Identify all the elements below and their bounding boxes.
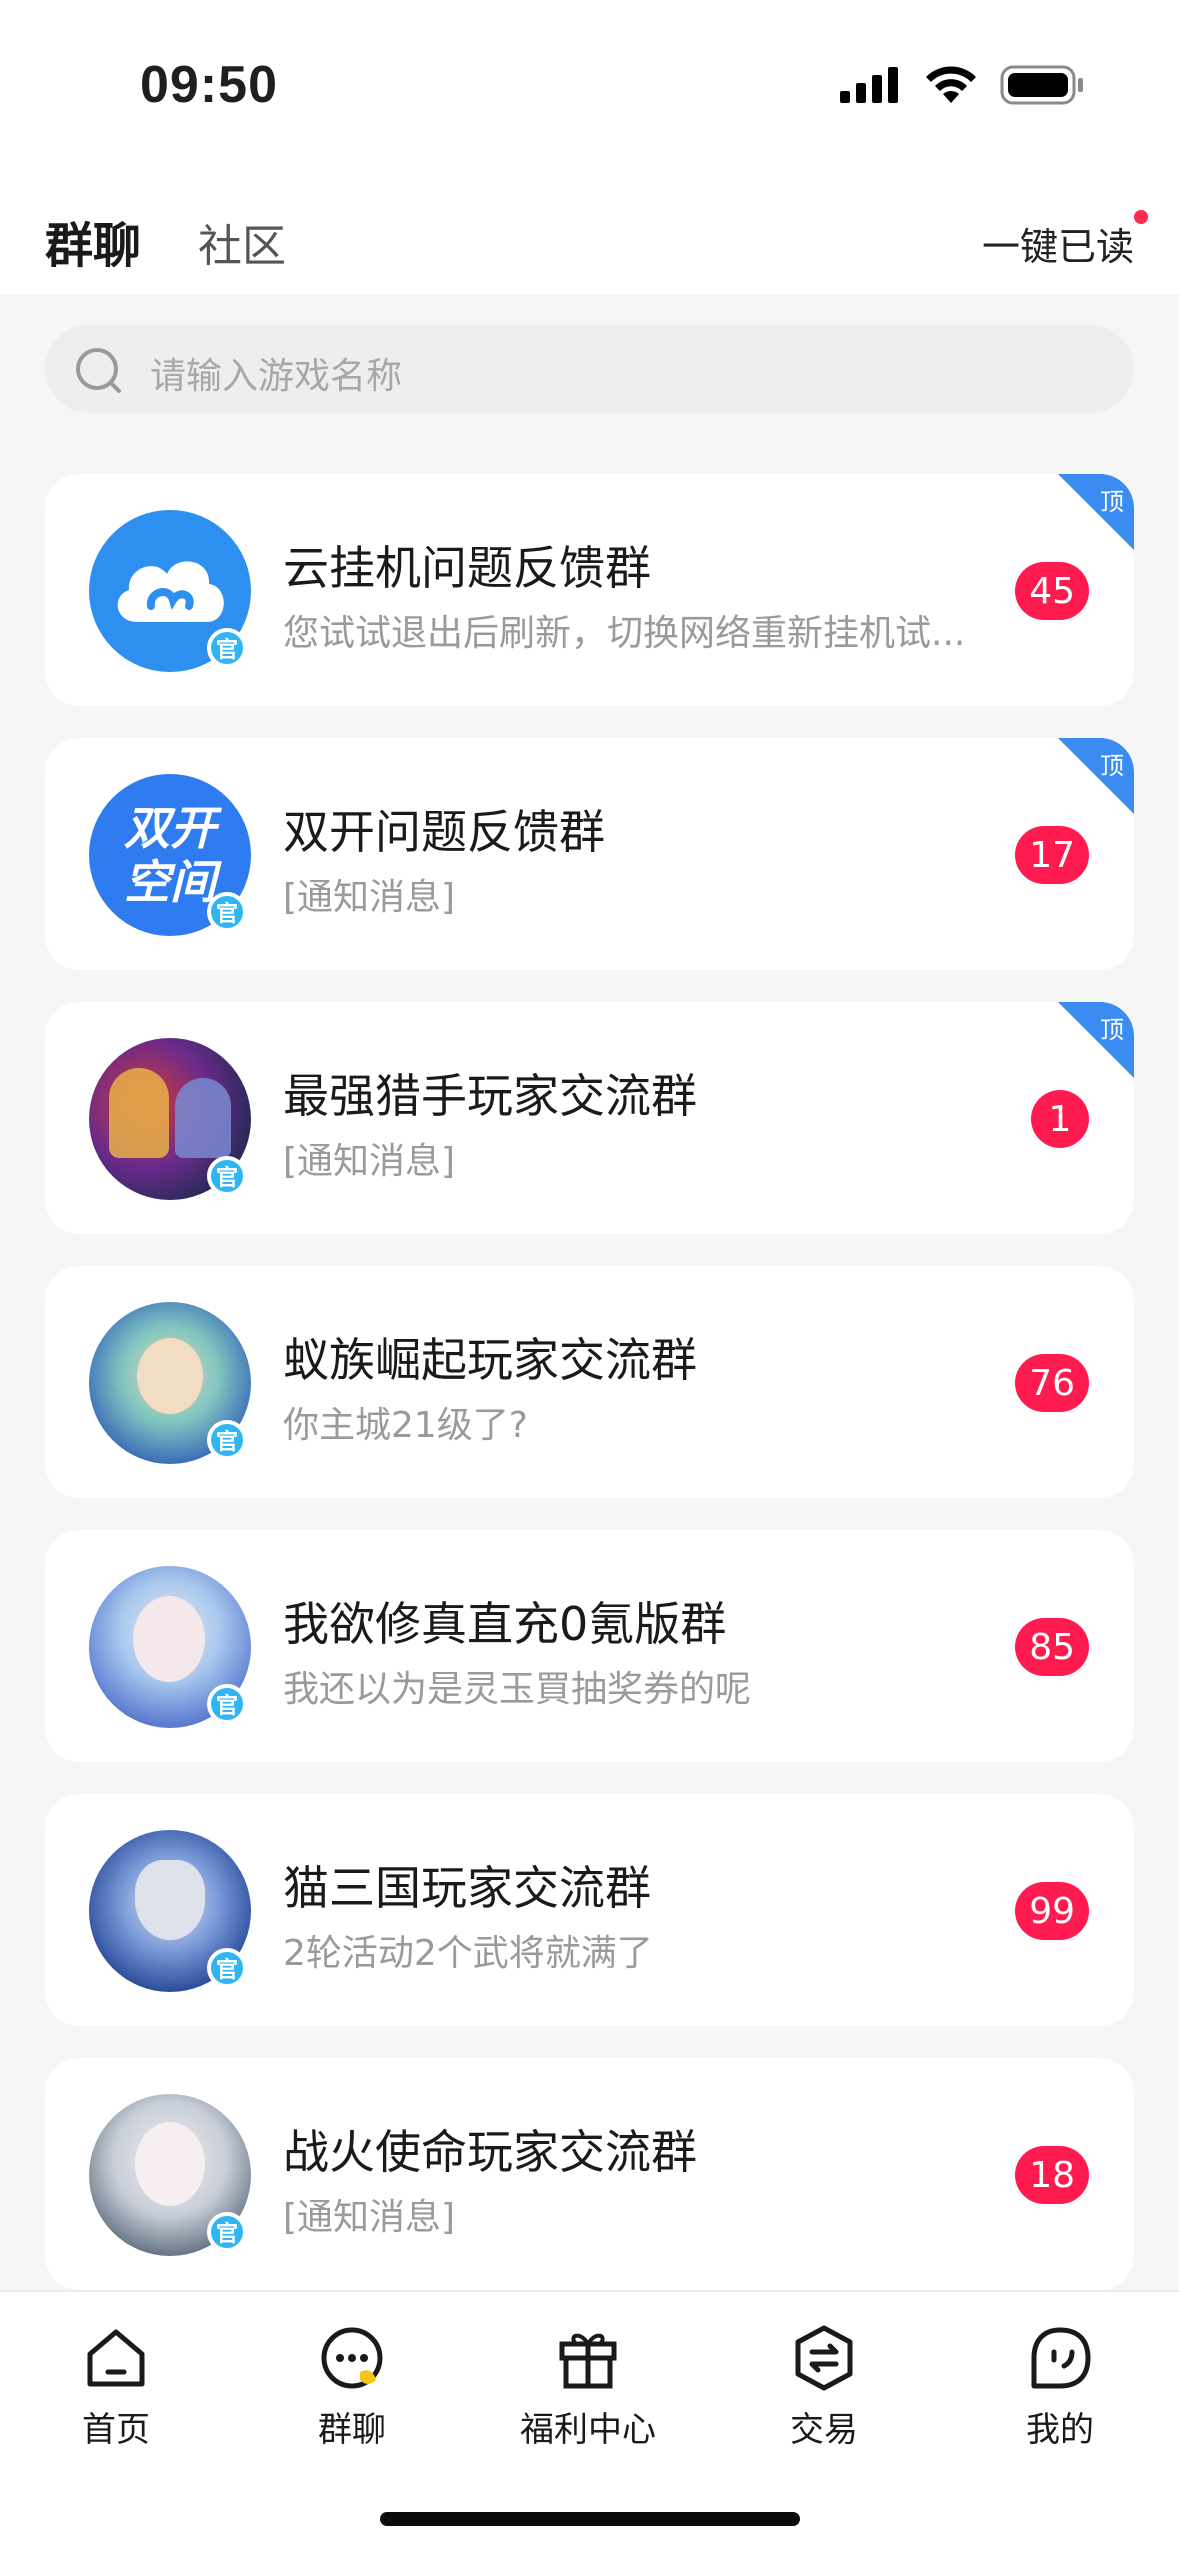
group-last-message: [通知消息] — [283, 877, 456, 918]
group-card[interactable]: 官 我欲修真直充0氪版群 我还以为是灵玉買抽奖券的呢 85 — [45, 1530, 1134, 1762]
game-art-icon — [175, 1078, 231, 1158]
group-card[interactable]: 官 猫三国玩家交流群 2轮活动2个武将就满了 99 — [45, 1794, 1134, 2026]
tab-group-chat[interactable]: 群聊 — [45, 206, 141, 276]
status-time: 09:50 — [140, 56, 278, 114]
group-last-message: 我还以为是灵玉買抽奖券的呢 — [283, 1669, 752, 1710]
home-icon — [87, 2329, 145, 2387]
group-title: 我欲修真直充0氪版群 — [283, 1597, 727, 1651]
mark-all-read-button[interactable]: 一键已读 — [981, 210, 1148, 271]
unread-count-badge: 76 — [1015, 1354, 1089, 1412]
official-badge: 官 — [207, 1948, 247, 1988]
pinned-label: 顶 — [1100, 1016, 1124, 1044]
search-icon — [76, 348, 121, 393]
home-indicator[interactable] — [380, 2512, 800, 2526]
official-badge: 官 — [207, 1684, 247, 1724]
group-last-message: 您试试退出后刷新，切换网络重新挂机试... — [283, 613, 966, 654]
group-card[interactable]: 双开空间 官 双开问题反馈群 [通知消息] 17 顶 — [45, 738, 1134, 970]
game-art-icon — [135, 2122, 205, 2206]
official-badge: 官 — [207, 1420, 247, 1460]
nav-home[interactable]: 首页 — [26, 2322, 206, 2451]
nav-profile-label: 我的 — [1026, 2410, 1094, 2450]
official-badge: 官 — [207, 1156, 247, 1196]
group-title: 云挂机问题反馈群 — [283, 541, 651, 595]
status-icons — [840, 62, 1084, 108]
unread-count-badge: 18 — [1015, 2146, 1089, 2204]
group-title: 战火使命玩家交流群 — [283, 2125, 697, 2179]
chat-icon — [321, 2327, 383, 2389]
unread-count-badge: 17 — [1015, 826, 1089, 884]
battery-icon — [1000, 65, 1083, 105]
unread-count-badge: 99 — [1015, 1882, 1089, 1940]
mark-all-read-label: 一键已读 — [981, 225, 1134, 269]
group-title: 猫三国玩家交流群 — [283, 1861, 651, 1915]
nav-group-chat-label: 群聊 — [318, 2410, 386, 2450]
dual-space-logo-text: 双开空间 — [124, 801, 216, 909]
group-card[interactable]: 官 蚁族崛起玩家交流群 你主城21级了? 76 — [45, 1266, 1134, 1498]
nav-welfare-center[interactable]: 福利中心 — [498, 2322, 678, 2451]
page-header: 群聊 社区 一键已读 — [0, 170, 1179, 294]
official-badge: 官 — [207, 628, 247, 668]
group-card[interactable]: 官 战火使命玩家交流群 [通知消息] 18 — [45, 2058, 1134, 2290]
unread-count-badge: 45 — [1015, 562, 1089, 620]
group-card[interactable]: 官 最强猎手玩家交流群 [通知消息] 1 顶 — [45, 1002, 1134, 1234]
wifi-icon — [926, 66, 976, 103]
group-title: 双开问题反馈群 — [283, 805, 605, 859]
game-art-icon — [137, 1338, 203, 1414]
group-last-message: [通知消息] — [283, 2197, 456, 2238]
pinned-label: 顶 — [1100, 752, 1124, 780]
profile-icon — [1031, 2327, 1091, 2389]
game-art-icon — [133, 1596, 205, 1682]
search-placeholder: 请输入游戏名称 — [150, 356, 403, 397]
cellular-signal-icon — [840, 67, 898, 103]
nav-home-label: 首页 — [82, 2410, 150, 2450]
status-bar: 09:50 — [0, 0, 1179, 170]
official-badge: 官 — [207, 892, 247, 932]
group-last-message: [通知消息] — [283, 1141, 456, 1182]
group-title: 最强猎手玩家交流群 — [283, 1069, 697, 1123]
group-title: 蚁族崛起玩家交流群 — [283, 1333, 697, 1387]
unread-count-badge: 1 — [1031, 1090, 1089, 1148]
nav-group-chat[interactable]: 群聊 — [262, 2322, 442, 2451]
group-card[interactable]: 官 云挂机问题反馈群 您试试退出后刷新，切换网络重新挂机试... 45 顶 — [45, 474, 1134, 706]
new-dot-indicator — [1134, 210, 1148, 224]
nav-trade[interactable]: 交易 — [734, 2322, 914, 2451]
trade-icon — [795, 2325, 853, 2391]
group-last-message: 你主城21级了? — [283, 1405, 528, 1446]
nav-profile[interactable]: 我的 — [970, 2322, 1150, 2451]
group-last-message: 2轮活动2个武将就满了 — [283, 1933, 653, 1974]
nav-welfare-center-label: 福利中心 — [520, 2410, 656, 2450]
gift-icon — [559, 2333, 617, 2389]
tab-community[interactable]: 社区 — [198, 210, 286, 274]
nav-trade-label: 交易 — [790, 2410, 858, 2450]
game-art-icon — [109, 1068, 169, 1158]
pinned-label: 顶 — [1100, 488, 1124, 516]
official-badge: 官 — [207, 2212, 247, 2252]
game-art-icon — [135, 1860, 205, 1940]
search-bar[interactable]: 请输入游戏名称 — [45, 325, 1134, 413]
unread-count-badge: 85 — [1015, 1618, 1089, 1676]
